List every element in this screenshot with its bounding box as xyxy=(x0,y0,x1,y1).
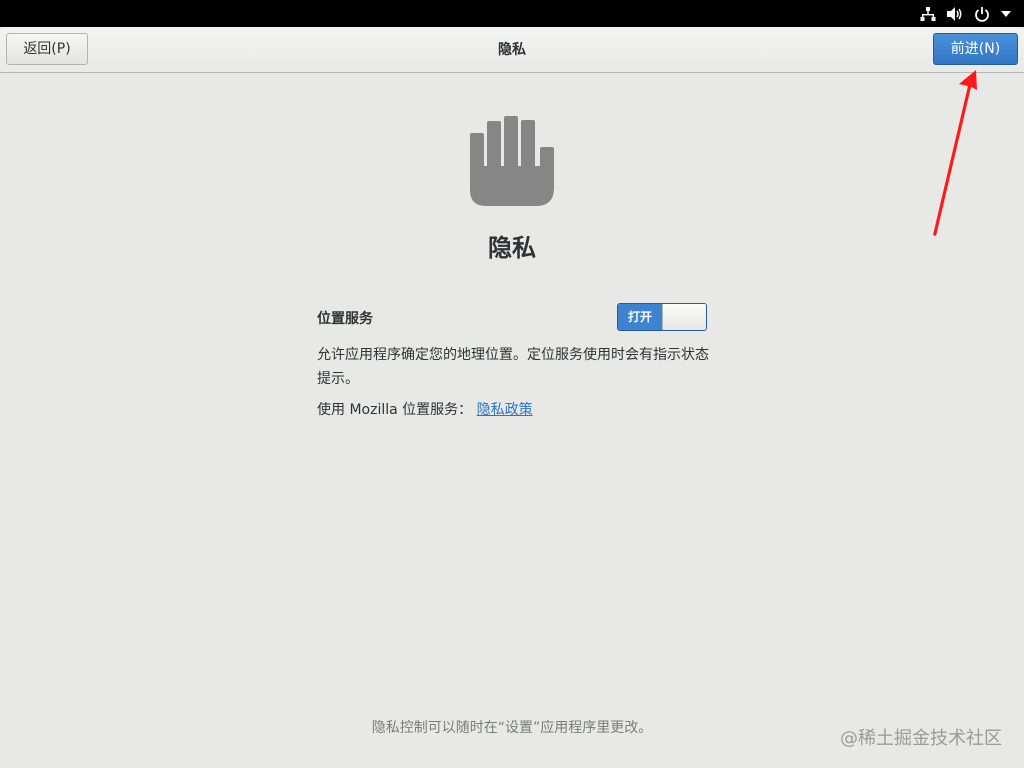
network-icon[interactable] xyxy=(920,6,936,22)
mozilla-location-prefix: 使用 Mozilla 位置服务： xyxy=(317,402,473,418)
header-title: 隐私 xyxy=(498,42,526,58)
toggle-knob[interactable] xyxy=(662,304,706,330)
back-button[interactable]: 返回(P) xyxy=(6,33,88,65)
location-services-toggle[interactable]: 打开 xyxy=(617,303,707,331)
watermark: @稀土掘金技术社区 xyxy=(840,728,1002,749)
toggle-on-label: 打开 xyxy=(618,304,662,330)
system-top-bar xyxy=(0,0,1024,27)
volume-icon[interactable] xyxy=(946,6,964,22)
location-description: 允许应用程序确定您的地理位置。定位服务使用时会有指示状态提示。 xyxy=(317,347,709,387)
header-bar: 隐私 返回(P) 前进(N) xyxy=(0,27,1024,73)
dropdown-arrow-icon[interactable] xyxy=(1000,9,1012,19)
privacy-policy-link[interactable]: 隐私政策 xyxy=(477,402,533,418)
power-icon[interactable] xyxy=(974,6,990,22)
annotation-arrow-icon xyxy=(933,70,977,236)
location-services-label: 位置服务 xyxy=(317,311,373,327)
page-title: 隐私 xyxy=(488,234,536,262)
mozilla-location-line: 使用 Mozilla 位置服务： 隐私政策 xyxy=(317,400,533,420)
next-button[interactable]: 前进(N) xyxy=(933,33,1018,65)
system-tray[interactable] xyxy=(920,4,1012,24)
hand-stop-icon xyxy=(470,116,556,212)
